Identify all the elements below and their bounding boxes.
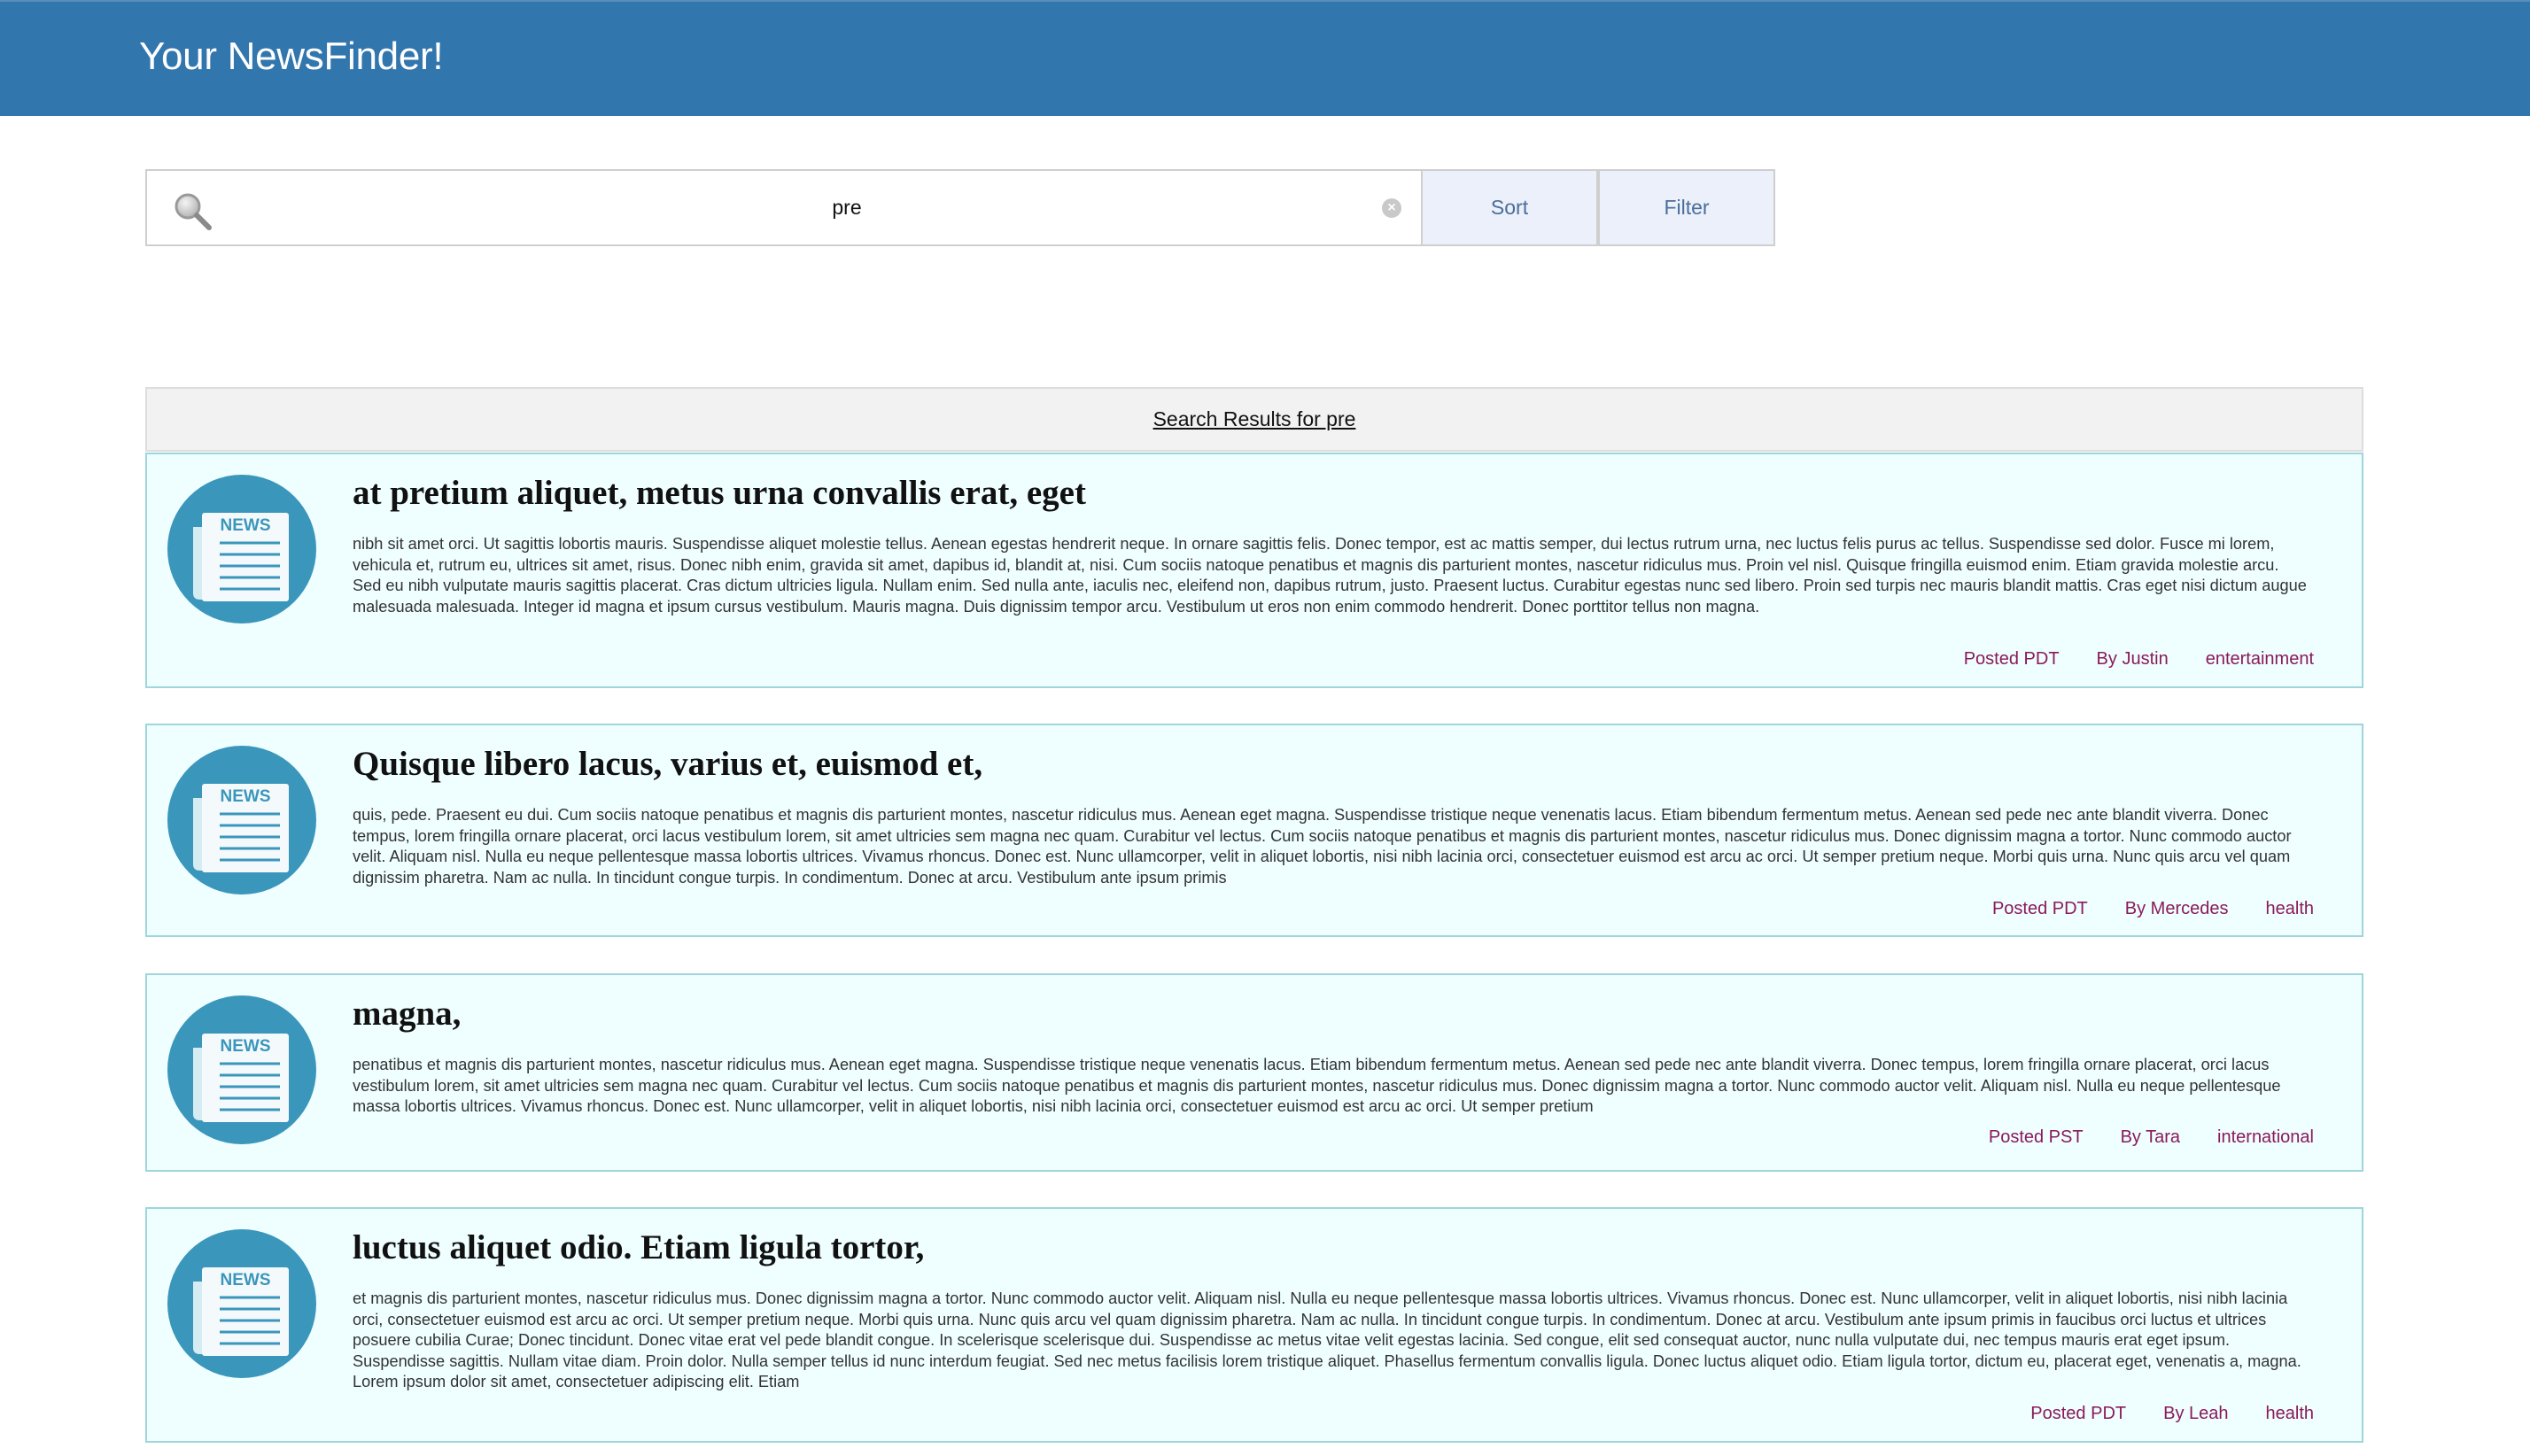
app-title: Your NewsFinder!: [139, 35, 444, 78]
news-icon: NEWS: [167, 1229, 316, 1378]
news-icon: NEWS: [167, 475, 316, 623]
article-author: By Leah: [2163, 1404, 2229, 1423]
news-icon: NEWS: [167, 995, 316, 1144]
news-icon-label: NEWS: [221, 1037, 271, 1056]
news-icon: NEWS: [167, 746, 316, 895]
article-card[interactable]: NEWS Quisque libero lacus, varius et, eu…: [145, 724, 2363, 937]
results-heading: Search Results for pre: [145, 387, 2363, 452]
article-category[interactable]: entertainment: [2206, 649, 2314, 669]
news-icon-label: NEWS: [221, 787, 271, 806]
app-header: Your NewsFinder!: [0, 0, 2530, 116]
article-title[interactable]: Quisque libero lacus, varius et, euismod…: [353, 741, 982, 787]
search-input[interactable]: pre: [147, 171, 1547, 244]
news-icon-label: NEWS: [221, 1271, 271, 1289]
clear-search-icon[interactable]: ×: [1382, 198, 1401, 218]
article-category[interactable]: health: [2266, 899, 2315, 918]
article-summary: penatibus et magnis dis parturient monte…: [353, 1056, 2281, 1116]
article-card[interactable]: NEWS magna, penatibus et magnis dis part…: [145, 973, 2363, 1172]
article-meta: Posted PDT By Mercedes health: [1955, 897, 2314, 920]
article-posted: Posted PDT: [2030, 1404, 2127, 1423]
article-summary: quis, pede. Praesent eu dui. Cum sociis …: [353, 806, 2292, 887]
article-card[interactable]: NEWS luctus aliquet odio. Etiam ligula t…: [145, 1207, 2363, 1443]
article-author: By Mercedes: [2124, 899, 2229, 918]
article-meta: Posted PDT By Justin entertainment: [1927, 647, 2314, 670]
sort-button[interactable]: Sort: [1421, 169, 1598, 246]
article-title[interactable]: at pretium aliquet, metus urna convallis…: [353, 470, 1086, 516]
article-title[interactable]: luctus aliquet odio. Etiam ligula tortor…: [353, 1225, 924, 1271]
results-heading-link[interactable]: Search Results for pre: [1153, 407, 1356, 430]
search-icon: [175, 193, 212, 230]
article-summary: et magnis dis parturient montes, nascetu…: [353, 1289, 2301, 1391]
article-posted: Posted PST: [1988, 1127, 2084, 1147]
article-category[interactable]: health: [2266, 1404, 2315, 1423]
article-posted: Posted PDT: [1963, 649, 2060, 669]
news-icon-label: NEWS: [221, 516, 271, 535]
search-bar[interactable]: pre ×: [145, 169, 1423, 246]
article-category[interactable]: international: [2217, 1127, 2314, 1147]
article-title[interactable]: magna,: [353, 991, 461, 1037]
article-card[interactable]: NEWS at pretium aliquet, metus urna conv…: [145, 453, 2363, 688]
article-meta: Posted PST By Tara international: [1952, 1126, 2314, 1149]
filter-button[interactable]: Filter: [1598, 169, 1775, 246]
article-posted: Posted PDT: [1991, 899, 2088, 918]
article-author: By Justin: [2096, 649, 2169, 669]
article-meta: Posted PDT By Leah health: [1993, 1402, 2314, 1425]
article-author: By Tara: [2120, 1127, 2181, 1147]
article-summary: nibh sit amet orci. Ut sagittis lobortis…: [353, 535, 2307, 616]
